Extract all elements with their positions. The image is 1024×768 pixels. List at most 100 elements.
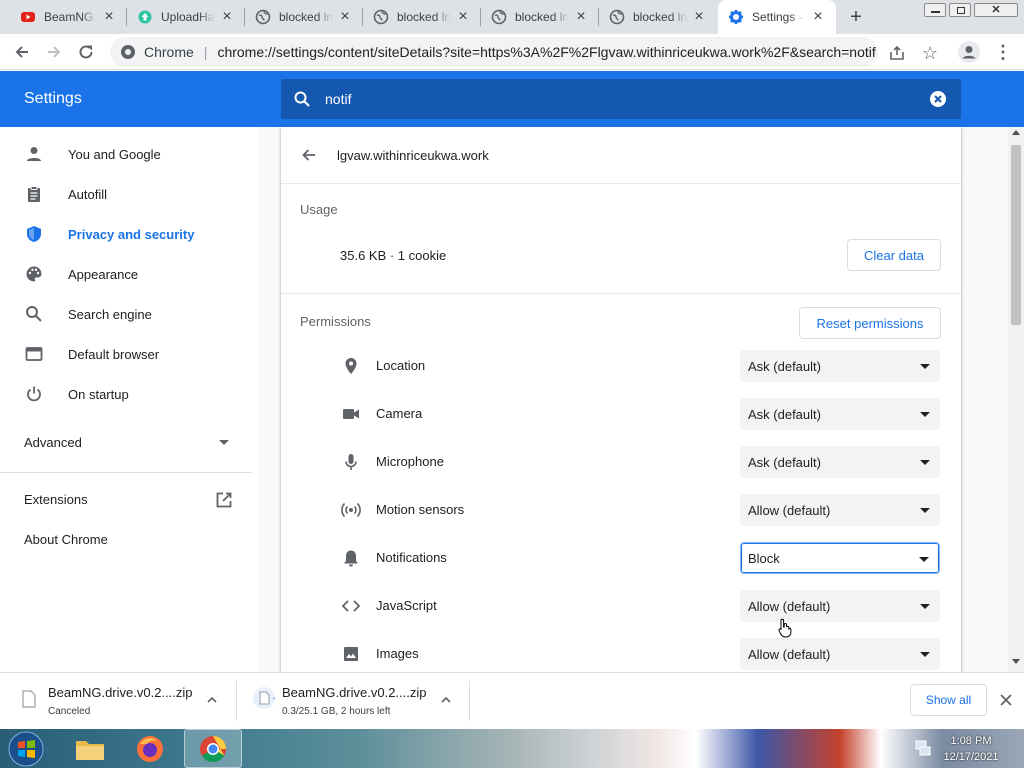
chevron-up-icon[interactable]	[440, 694, 452, 706]
sidebar-item-autofill[interactable]: Autofill	[0, 174, 258, 214]
start-button[interactable]	[6, 729, 46, 768]
permission-row-motion-sensors: Motion sensors Allow (default)	[281, 486, 961, 534]
location-select[interactable]: Ask (default)	[740, 350, 940, 382]
permission-label: Notifications	[376, 550, 447, 565]
permission-label: Location	[376, 358, 426, 373]
javascript-select[interactable]: Allow (default)	[740, 590, 940, 622]
permission-row-images: Images Allow (default)	[281, 630, 961, 672]
tab-settings[interactable]: Settings - ×	[718, 0, 836, 34]
close-tab-icon[interactable]: ×	[691, 9, 707, 25]
download-item[interactable]: BeamNG.drive.v0.2....zip 0.3/25.1 GB, 2 …	[237, 673, 469, 729]
close-shelf-icon[interactable]	[998, 692, 1014, 708]
select-value: Allow (default)	[748, 503, 831, 518]
tab-title: Settings -	[752, 10, 803, 24]
download-filename: BeamNG.drive.v0.2....zip	[48, 685, 193, 700]
tab-uploadhaven[interactable]: UploadHaven ×	[127, 0, 245, 34]
system-clock[interactable]: 1:08 PM 12/17/2021	[936, 733, 1006, 765]
new-tab-button[interactable]: +	[846, 7, 866, 27]
windows-taskbar: 1:08 PM 12/17/2021	[0, 729, 1024, 768]
select-value: Block	[748, 551, 780, 566]
forward-button[interactable]	[44, 42, 64, 62]
close-window-button[interactable]: ✕	[974, 3, 1018, 17]
microphone-icon	[341, 452, 361, 472]
profile-avatar[interactable]	[958, 41, 980, 63]
address-bar[interactable]: Chrome | chrome://settings/content/siteD…	[110, 37, 878, 67]
close-tab-icon[interactable]: ×	[219, 9, 235, 25]
tab-blocked-1[interactable]: blocked ln ×	[245, 0, 363, 34]
search-icon	[293, 90, 311, 108]
microphone-select[interactable]: Ask (default)	[740, 446, 940, 478]
caret-down-icon	[920, 364, 930, 369]
permission-row-notifications: Notifications Block	[281, 534, 961, 582]
clear-data-button[interactable]: Clear data	[847, 239, 941, 271]
tab-blocked-2[interactable]: blocked ln ×	[363, 0, 481, 34]
close-tab-icon[interactable]: ×	[337, 9, 353, 25]
site-domain-title: lgvaw.withinriceukwa.work	[337, 148, 489, 163]
sidebar-item-label: Default browser	[68, 346, 160, 362]
page-scrollbar[interactable]	[1008, 127, 1024, 672]
sidebar-item-on-startup[interactable]: On startup	[0, 374, 258, 414]
caret-down-icon	[920, 604, 930, 609]
sidebar-item-label: Search engine	[68, 306, 152, 322]
usage-heading: Usage	[300, 202, 338, 217]
page-title: Settings	[24, 90, 82, 107]
chrome-taskbar-icon[interactable]	[184, 729, 242, 768]
caret-down-icon	[919, 557, 929, 562]
permissions-heading: Permissions	[300, 314, 371, 329]
reload-button[interactable]	[76, 42, 96, 62]
select-value: Ask (default)	[748, 359, 821, 374]
show-all-button[interactable]: Show all	[910, 684, 987, 716]
firefox-icon[interactable]	[130, 729, 170, 768]
sidebar-item-privacy-and-security[interactable]: Privacy and security	[0, 214, 258, 254]
search-input[interactable]: notif	[325, 91, 351, 107]
clear-search-icon[interactable]	[929, 90, 947, 108]
tab-blocked-4[interactable]: blocked ln ×	[599, 0, 717, 34]
sidebar-item-about-chrome[interactable]: About Chrome	[0, 522, 258, 558]
sidebar-item-default-browser[interactable]: Default browser	[0, 334, 258, 374]
settings-search-box[interactable]: notif	[281, 79, 961, 119]
download-divider	[469, 681, 470, 721]
sidebar-item-search-engine[interactable]: Search engine	[0, 294, 258, 334]
scrollbar-thumb[interactable]	[1011, 145, 1021, 325]
bookmark-star-icon[interactable]: ☆	[920, 43, 940, 63]
notifications-select[interactable]: Block	[740, 542, 940, 574]
chevron-up-icon[interactable]	[206, 694, 218, 706]
minimize-button[interactable]	[924, 3, 946, 17]
share-icon[interactable]	[888, 44, 906, 62]
sidebar-divider	[0, 472, 252, 473]
motion-sensors-select[interactable]: Allow (default)	[740, 494, 940, 526]
sidebar-advanced-toggle[interactable]: Advanced	[0, 422, 258, 462]
url-text[interactable]: chrome://settings/content/siteDetails?si…	[217, 44, 875, 60]
close-tab-icon[interactable]: ×	[455, 9, 471, 25]
sidebar-item-label: Appearance	[68, 266, 139, 282]
permission-row-location: Location Ask (default)	[281, 342, 961, 390]
restore-button[interactable]	[949, 3, 971, 17]
download-item[interactable]: BeamNG.drive.v0.2....zip Canceled	[0, 673, 236, 729]
settings-header: Settings notif	[0, 71, 1024, 127]
file-progress-icon	[253, 687, 275, 709]
back-button[interactable]	[12, 42, 32, 62]
close-tab-icon[interactable]: ×	[573, 9, 589, 25]
globe-icon	[255, 9, 271, 25]
menu-kebab-icon[interactable]: ⋮	[994, 43, 1012, 63]
close-tab-icon[interactable]: ×	[810, 9, 826, 25]
tab-beamng[interactable]: BeamNG.d ×	[10, 0, 127, 34]
reset-permissions-button[interactable]: Reset permissions	[799, 307, 941, 339]
scroll-up-arrow-icon[interactable]	[1012, 130, 1020, 135]
close-tab-icon[interactable]: ×	[101, 9, 117, 25]
sidebar-item-appearance[interactable]: Appearance	[0, 254, 258, 294]
tab-strip: BeamNG.d × UploadHaven × blocked ln × bl…	[0, 0, 1024, 34]
image-icon	[341, 644, 361, 664]
permission-row-camera: Camera Ask (default)	[281, 390, 961, 438]
sidebar-item-extensions[interactable]: Extensions	[0, 482, 258, 518]
back-arrow-icon[interactable]	[300, 146, 318, 164]
sidebar-item-you-and-google[interactable]: You and Google	[0, 134, 258, 174]
tab-blocked-3[interactable]: blocked ln ×	[481, 0, 599, 34]
scroll-down-arrow-icon[interactable]	[1012, 659, 1020, 664]
sidebar-item-label: Autofill	[68, 186, 108, 202]
file-explorer-icon[interactable]	[70, 729, 110, 768]
permission-row-javascript: JavaScript Allow (default)	[281, 582, 961, 630]
images-select[interactable]: Allow (default)	[740, 638, 940, 670]
network-icon[interactable]	[914, 739, 932, 757]
camera-select[interactable]: Ask (default)	[740, 398, 940, 430]
